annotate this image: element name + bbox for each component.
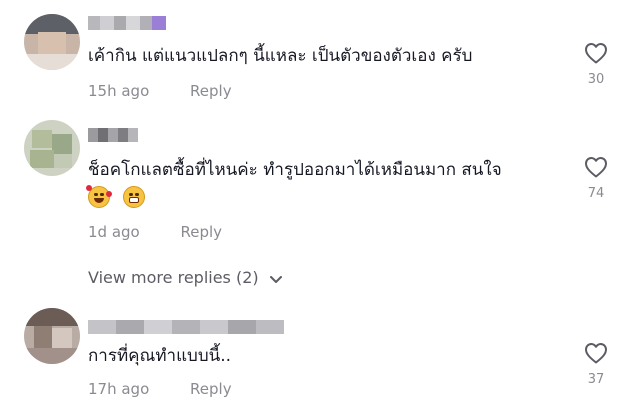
like-button[interactable]: 74 [576, 156, 616, 201]
username-blurred[interactable] [88, 320, 284, 334]
comment-text: การที่คุณทำแบบนี้.. [88, 346, 232, 366]
reply-button[interactable]: Reply [190, 380, 232, 398]
username-blurred[interactable] [88, 128, 138, 142]
like-count: 30 [587, 72, 605, 87]
heart-outline-icon [576, 156, 616, 178]
avatar[interactable] [24, 14, 80, 70]
comment-text: เค้ากิน แต่แนวแปลกๆ นี้แหละ เป็นตัวของตั… [88, 46, 473, 66]
username-blurred[interactable] [88, 16, 168, 30]
heart-outline-icon [576, 42, 616, 64]
like-count: 74 [587, 186, 605, 201]
view-more-replies-button[interactable]: View more replies (2) [88, 268, 282, 288]
comment-meta: 15h ago Reply [88, 82, 232, 100]
smiling-face-with-hearts-icon [86, 185, 112, 208]
like-count: 37 [587, 372, 605, 387]
like-button[interactable]: 37 [576, 342, 616, 387]
comment-meta: 1d ago Reply [88, 223, 222, 241]
avatar[interactable] [24, 120, 80, 176]
heart-outline-icon [576, 342, 616, 364]
chevron-down-icon [269, 269, 282, 288]
comment-time: 15h ago [88, 82, 150, 100]
comment-time: 17h ago [88, 380, 150, 398]
comment-time: 1d ago [88, 223, 140, 241]
avatar[interactable] [24, 308, 80, 364]
comment-item: การที่คุณทำแบบนี้.. 17h ago Reply 37 [0, 300, 636, 404]
comment-item: เค้ากิน แต่แนวแปลกๆ นี้แหละ เป็นตัวของตั… [0, 0, 636, 110]
grinning-face-icon [123, 186, 146, 208]
comment-item: ช็อคโกแลตซื้อที่ไหนค่ะ ทำรูปออกมาได้เหมื… [0, 110, 636, 260]
like-button[interactable]: 30 [576, 42, 616, 87]
comment-meta: 17h ago Reply [88, 380, 232, 398]
emoji-row [86, 185, 153, 208]
comment-text: ช็อคโกแลตซื้อที่ไหนค่ะ ทำรูปออกมาได้เหมื… [88, 160, 502, 180]
view-more-replies-label: View more replies (2) [88, 268, 259, 287]
reply-button[interactable]: Reply [181, 223, 223, 241]
reply-button[interactable]: Reply [190, 82, 232, 100]
